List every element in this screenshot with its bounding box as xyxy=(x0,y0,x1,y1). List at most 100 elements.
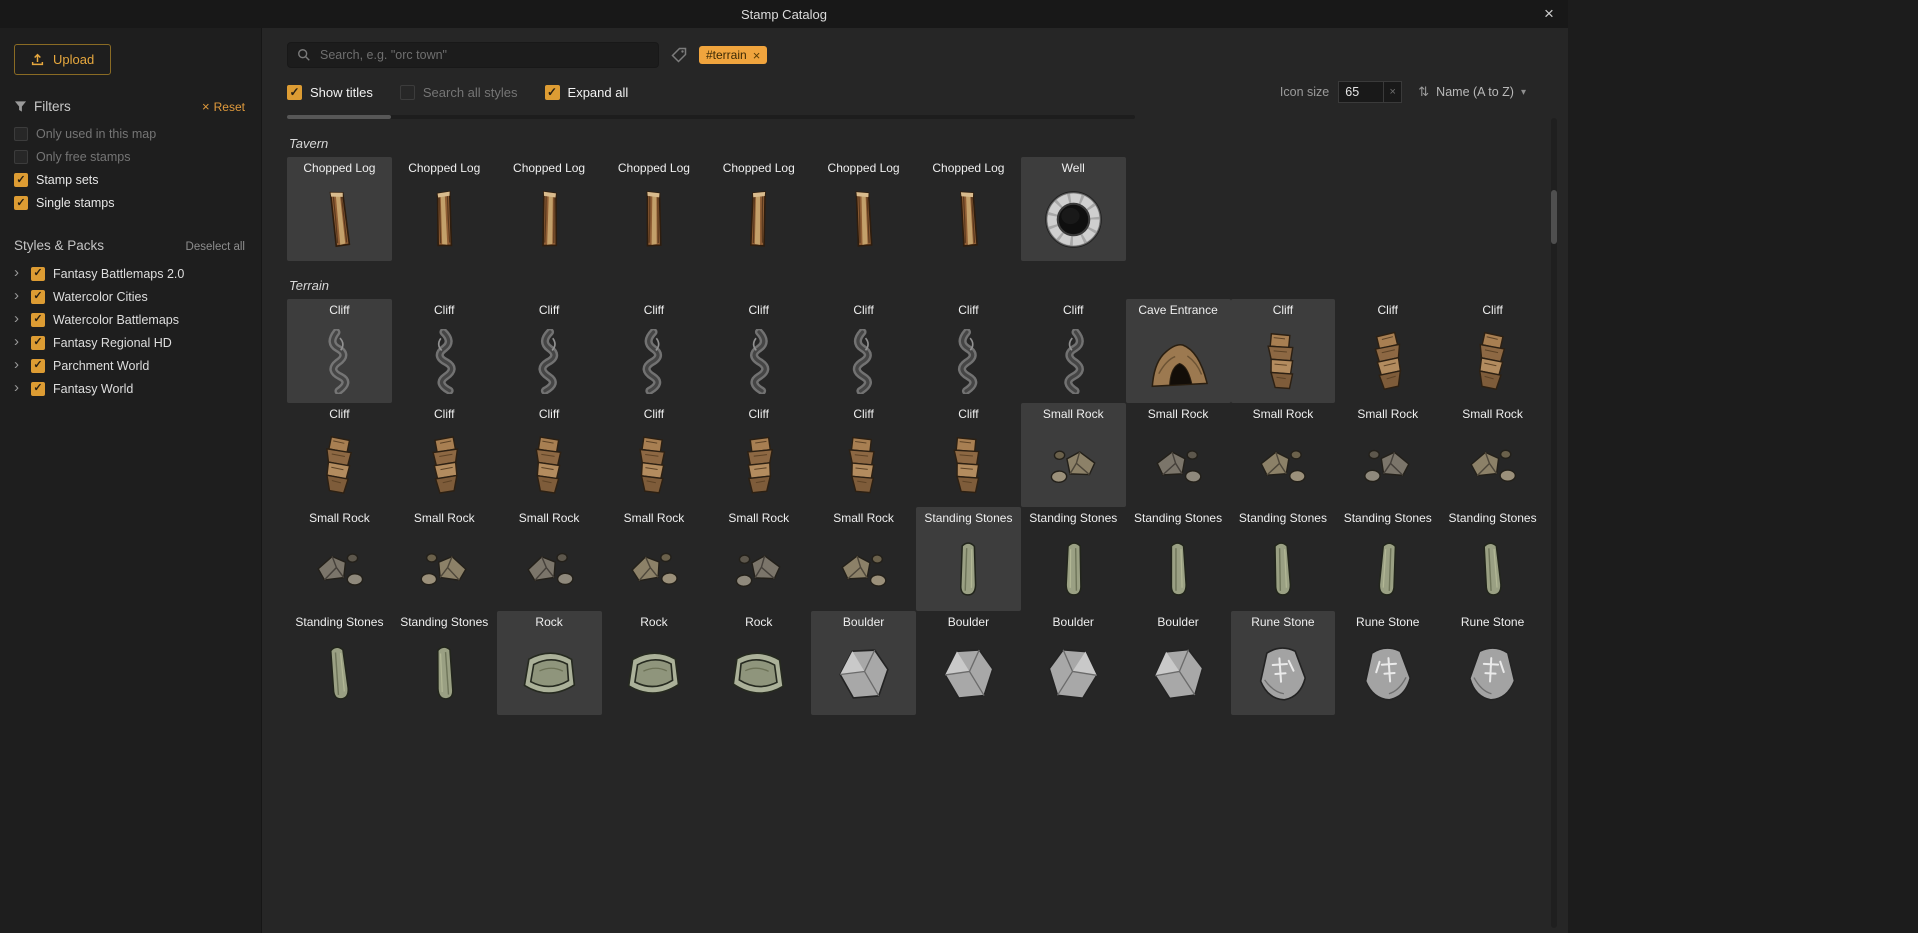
stamp-tile[interactable]: Small Rock xyxy=(1231,403,1336,507)
pack-item[interactable]: ›✓Fantasy World xyxy=(14,381,245,396)
checkbox[interactable]: ✓ xyxy=(31,382,45,396)
stamp-tile[interactable]: Cliff xyxy=(497,299,602,403)
toolbar-toggle[interactable]: ✓Expand all xyxy=(545,85,629,100)
stamp-tile[interactable]: Rune Stone xyxy=(1335,611,1440,715)
checkbox[interactable]: ✓ xyxy=(287,85,302,100)
stamp-tile[interactable]: Standing Stones xyxy=(1335,507,1440,611)
stamp-tile[interactable]: Cliff xyxy=(1021,299,1126,403)
icon-size-input[interactable] xyxy=(1338,81,1384,103)
search-input[interactable] xyxy=(318,47,649,63)
checkbox[interactable]: ✓ xyxy=(31,267,45,281)
stamp-tile[interactable]: Small Rock xyxy=(1440,403,1545,507)
stamp-tile[interactable]: Cliff xyxy=(497,403,602,507)
tag-chip[interactable]: #terrain × xyxy=(699,46,767,64)
stamp-tile[interactable]: Standing Stones xyxy=(1440,507,1545,611)
stamp-tile[interactable]: Chopped Log xyxy=(706,157,811,261)
stamp-tile[interactable]: Cliff xyxy=(1231,299,1336,403)
stamp-tile[interactable]: Boulder xyxy=(1021,611,1126,715)
stamp-tile[interactable]: Rune Stone xyxy=(1231,611,1336,715)
checkbox[interactable]: ✓ xyxy=(31,290,45,304)
stamp-tile[interactable]: Cliff xyxy=(811,403,916,507)
stamp-tile[interactable]: Chopped Log xyxy=(811,157,916,261)
vertical-scrollbar-thumb[interactable] xyxy=(1551,190,1557,244)
stamp-tile[interactable]: Small Rock xyxy=(1126,403,1231,507)
stamp-tile[interactable]: Small Rock xyxy=(497,507,602,611)
stamp-tile[interactable]: Well xyxy=(1021,157,1126,261)
pack-item[interactable]: ›✓Parchment World xyxy=(14,358,245,373)
upload-button[interactable]: Upload xyxy=(14,44,111,75)
checkbox[interactable]: ✓ xyxy=(14,196,28,210)
checkbox[interactable] xyxy=(14,150,28,164)
stamp-tile[interactable]: Chopped Log xyxy=(392,157,497,261)
pack-item[interactable]: ›✓Watercolor Battlemaps xyxy=(14,312,245,327)
checkbox[interactable] xyxy=(14,127,28,141)
close-button[interactable]: × xyxy=(1539,4,1559,24)
checkbox[interactable]: ✓ xyxy=(31,313,45,327)
chevron-right-icon[interactable]: › xyxy=(14,357,23,372)
checkbox[interactable]: ✓ xyxy=(31,359,45,373)
stamp-tile[interactable]: Standing Stones xyxy=(287,611,392,715)
stamp-tile[interactable]: Cliff xyxy=(1440,299,1545,403)
stamp-tile[interactable]: Cliff xyxy=(602,403,707,507)
filter-option[interactable]: ✓Single stamps xyxy=(14,196,245,210)
reset-filters-button[interactable]: × Reset xyxy=(202,100,245,114)
filter-option[interactable]: Only free stamps xyxy=(14,150,245,164)
sort-dropdown[interactable]: ⇅ Name (A to Z) ▾ xyxy=(1418,84,1526,100)
stamp-tile[interactable]: Standing Stones xyxy=(1126,507,1231,611)
chevron-right-icon[interactable]: › xyxy=(14,311,23,326)
stamp-tile[interactable]: Cliff xyxy=(811,299,916,403)
stamp-tile[interactable]: Boulder xyxy=(811,611,916,715)
stamp-tile[interactable]: Small Rock xyxy=(602,507,707,611)
remove-tag-icon[interactable]: × xyxy=(753,49,761,62)
stamp-tile[interactable]: Rock xyxy=(497,611,602,715)
checkbox[interactable]: ✓ xyxy=(545,85,560,100)
stamp-tile[interactable]: Standing Stones xyxy=(1231,507,1336,611)
stamp-tile[interactable]: Small Rock xyxy=(811,507,916,611)
stamp-tile[interactable]: Cliff xyxy=(602,299,707,403)
stamp-tile[interactable]: Rock xyxy=(602,611,707,715)
deselect-all-button[interactable]: Deselect all xyxy=(186,241,245,253)
checkbox[interactable] xyxy=(400,85,415,100)
stamp-tile[interactable]: Chopped Log xyxy=(287,157,392,261)
stamp-tile[interactable]: Cliff xyxy=(287,403,392,507)
pack-item[interactable]: ›✓Fantasy Regional HD xyxy=(14,335,245,350)
chevron-right-icon[interactable]: › xyxy=(14,288,23,303)
stamp-tile[interactable]: Chopped Log xyxy=(916,157,1021,261)
stamp-tile[interactable]: Small Rock xyxy=(706,507,811,611)
stamp-tile[interactable]: Cliff xyxy=(916,403,1021,507)
pack-item[interactable]: ›✓Fantasy Battlemaps 2.0 xyxy=(14,266,245,281)
stamp-tile[interactable]: Cliff xyxy=(392,403,497,507)
tag-icon[interactable] xyxy=(671,47,687,63)
icon-size-clear-button[interactable]: × xyxy=(1384,81,1402,103)
stamp-tile[interactable]: Cliff xyxy=(287,299,392,403)
horizontal-scrollbar-thumb[interactable] xyxy=(287,115,391,119)
chevron-right-icon[interactable]: › xyxy=(14,265,23,280)
stamp-tile[interactable]: Standing Stones xyxy=(392,611,497,715)
filter-option[interactable]: ✓Stamp sets xyxy=(14,173,245,187)
stamp-tile[interactable]: Chopped Log xyxy=(602,157,707,261)
toolbar-toggle[interactable]: Search all styles xyxy=(400,85,518,100)
stamp-tile[interactable]: Cliff xyxy=(392,299,497,403)
horizontal-scrollbar[interactable] xyxy=(287,115,1135,119)
chevron-right-icon[interactable]: › xyxy=(14,334,23,349)
filter-option[interactable]: Only used in this map xyxy=(14,127,245,141)
stamp-tile[interactable]: Cliff xyxy=(706,403,811,507)
stamp-tile[interactable]: Rune Stone xyxy=(1440,611,1545,715)
pack-item[interactable]: ›✓Watercolor Cities xyxy=(14,289,245,304)
stamp-tile[interactable]: Small Rock xyxy=(1335,403,1440,507)
stamp-tile[interactable]: Cliff xyxy=(706,299,811,403)
stamp-tile[interactable]: Chopped Log xyxy=(497,157,602,261)
stamp-tile[interactable]: Cliff xyxy=(916,299,1021,403)
stamp-tile[interactable]: Boulder xyxy=(916,611,1021,715)
stamp-tile[interactable]: Standing Stones xyxy=(916,507,1021,611)
stamp-tile[interactable]: Boulder xyxy=(1126,611,1231,715)
chevron-right-icon[interactable]: › xyxy=(14,380,23,395)
checkbox[interactable]: ✓ xyxy=(14,173,28,187)
stamp-tile[interactable]: Small Rock xyxy=(392,507,497,611)
checkbox[interactable]: ✓ xyxy=(31,336,45,350)
stamp-tile[interactable]: Standing Stones xyxy=(1021,507,1126,611)
stamp-tile[interactable]: Cave Entrance xyxy=(1126,299,1231,403)
stamp-tile[interactable]: Small Rock xyxy=(287,507,392,611)
stamp-tile[interactable]: Cliff xyxy=(1335,299,1440,403)
stamp-tile[interactable]: Rock xyxy=(706,611,811,715)
